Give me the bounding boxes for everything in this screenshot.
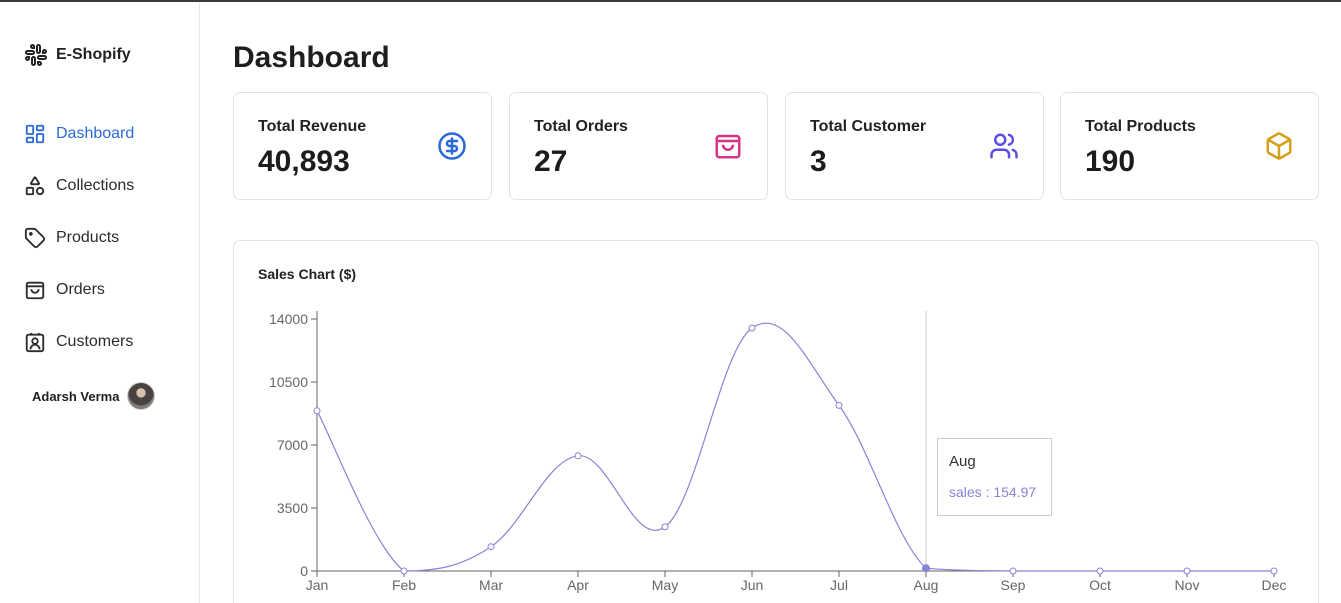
- window-top-border: [0, 0, 1341, 2]
- x-tick-label: Nov: [1175, 577, 1200, 593]
- x-tick-label: Sep: [1001, 577, 1026, 593]
- x-tick-label: Oct: [1089, 577, 1111, 593]
- sales-data-point: [574, 452, 582, 460]
- x-tick-label: Jun: [741, 577, 764, 593]
- sidebar-item-collections[interactable]: Collections: [24, 175, 134, 197]
- y-tick-label: 3500: [277, 500, 308, 516]
- sales-data-point: [487, 543, 495, 551]
- page-title: Dashboard: [233, 41, 390, 74]
- dollar-circle-icon: [438, 132, 466, 160]
- sales-line-chart[interactable]: 0350070001050014000Jan Feb Mar Apr May Jun Jul…: [234, 241, 1320, 603]
- dashboard-grid-icon: [25, 124, 45, 144]
- sales-data-point: [748, 324, 756, 332]
- brand[interactable]: E-Shopify: [24, 43, 131, 67]
- sidebar-item-customers[interactable]: Customers: [24, 331, 133, 353]
- total-orders-card: Total Orders 27: [509, 92, 768, 200]
- y-tick-label: 7000: [277, 437, 308, 453]
- sales-chart-card: Sales Chart ($) 0 3500 7000 10500 14000 Jan Fe…: [233, 240, 1319, 603]
- sales-data-point: [400, 567, 408, 575]
- tooltip-value: sales : 154.97: [949, 484, 1037, 500]
- card-title: Total Customer: [810, 118, 927, 135]
- card-value: 3: [810, 145, 827, 178]
- x-tick-label: Mar: [479, 577, 503, 593]
- card-value: 190: [1085, 145, 1136, 178]
- x-tick-label: Apr: [567, 577, 589, 593]
- chart-tooltip: Aug sales : 154.97: [937, 438, 1052, 516]
- card-value: 27: [534, 145, 568, 178]
- tooltip-label: Aug: [949, 453, 976, 470]
- sales-data-point: [313, 407, 321, 415]
- sales-data-point: [661, 523, 669, 531]
- card-title: Total Products: [1085, 118, 1196, 135]
- x-tick-label: Dec: [1262, 577, 1287, 593]
- brand-name: E-Shopify: [56, 46, 131, 63]
- card-title: Total Revenue: [258, 118, 367, 135]
- shapes-icon: [25, 176, 45, 196]
- card-value: 40,893: [258, 145, 350, 178]
- x-tick-label: Aug: [914, 577, 939, 593]
- sales-series-line: [316, 322, 1274, 572]
- box-icon: [1266, 132, 1292, 160]
- x-tick-label: Jan: [306, 577, 329, 593]
- sidebar: E-Shopify Dashboard Collections Products…: [0, 2, 200, 603]
- sidebar-item-label: Collections: [56, 177, 135, 194]
- sidebar-item-products[interactable]: Products: [24, 227, 119, 249]
- total-revenue-card: Total Revenue 40,893: [233, 92, 492, 200]
- slack-logo-icon: [25, 44, 47, 66]
- x-tick-label: May: [652, 577, 678, 593]
- y-tick-label: 14000: [269, 311, 308, 327]
- total-customer-card: Total Customer 3: [785, 92, 1044, 200]
- sidebar-item-label: Products: [56, 229, 120, 246]
- users-icon: [990, 133, 1018, 159]
- sidebar-item-dashboard[interactable]: Dashboard: [24, 123, 134, 145]
- sidebar-item-label: Orders: [56, 281, 105, 298]
- sales-data-point: [922, 564, 930, 573]
- avatar[interactable]: [127, 382, 156, 410]
- card-title: Total Orders: [534, 118, 628, 135]
- sales-data-point: [1183, 567, 1191, 575]
- shopping-bag-icon: [715, 134, 741, 159]
- x-tick-label: Feb: [392, 577, 416, 593]
- sidebar-item-label: Dashboard: [56, 125, 135, 142]
- sales-data-point: [1009, 567, 1017, 575]
- tag-icon: [24, 227, 46, 249]
- total-products-card: Total Products 190: [1060, 92, 1319, 200]
- sales-data-point: [1270, 567, 1278, 575]
- user-name: Adarsh Verma: [32, 388, 120, 404]
- sales-data-point: [835, 401, 843, 409]
- contact-card-icon: [25, 332, 45, 353]
- y-tick-label: 10500: [269, 374, 308, 390]
- shopping-bag-icon: [25, 281, 45, 300]
- x-tick-label: Jul: [830, 577, 848, 593]
- sales-data-point: [1096, 567, 1104, 575]
- user-profile[interactable]: Adarsh Verma: [32, 382, 156, 410]
- sidebar-item-orders[interactable]: Orders: [24, 279, 105, 301]
- sidebar-item-label: Customers: [56, 333, 134, 350]
